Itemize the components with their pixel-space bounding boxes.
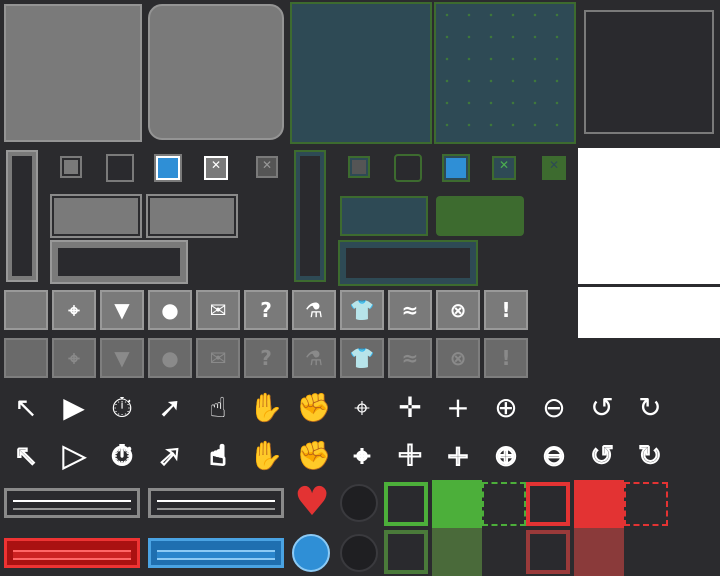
plus-icon: +: [446, 391, 470, 424]
chest-armor-icon-disabled: ▼: [100, 338, 144, 378]
shirt-icon[interactable]: 👕: [340, 290, 384, 330]
arrow-select-icon: ➚: [158, 391, 182, 424]
checkbox-close-icon[interactable]: ✕: [204, 156, 228, 180]
fill-red-dim: [574, 528, 624, 576]
rotate-left-icon-outline: ↺: [589, 438, 614, 473]
slot-row-disabled: ⌖ ▼ ● ✉? ⚗ 👕 ≈ ⊗!: [0, 338, 540, 382]
slot-empty[interactable]: [4, 290, 48, 330]
cursor-row-outline: ↖ ▶ ⏱ ➚ ☝ ✋ ✊ ⌖ ✛ + ⊕ ⊖ ↺ ↻: [0, 438, 680, 478]
crosshair-icon[interactable]: ⌖: [52, 290, 96, 330]
shirt-icon-disabled: 👕: [340, 338, 384, 378]
health-bar-filled: [4, 538, 140, 568]
zoom-out-icon-outline: ⊖: [541, 438, 566, 473]
panel-square: [4, 4, 142, 142]
zoom-in-icon: ⊕: [494, 391, 518, 424]
question-icon[interactable]: ?: [244, 290, 288, 330]
fill-green: [432, 480, 482, 528]
heart-icon: ♥: [294, 479, 330, 525]
mana-orb-icon: [292, 534, 330, 572]
potion-icon-disabled: ⚗: [292, 338, 336, 378]
fill-red: [574, 480, 624, 528]
alert-icon-disabled: !: [484, 338, 528, 378]
arrow-icon-outline: ↖: [13, 438, 38, 473]
arrow-select-icon-outline: ➚: [157, 438, 182, 473]
hand-open-icon: ✋: [248, 391, 284, 424]
wave-icon[interactable]: ≈: [388, 290, 432, 330]
stopwatch-icon-outline: ⏱: [110, 438, 134, 473]
bag-icon-disabled: ✉: [196, 338, 240, 378]
hand-point-icon: ☝: [209, 391, 227, 424]
input-field-gray[interactable]: [50, 240, 188, 284]
panel-notched: [148, 4, 284, 140]
pointer-icon-outline: ▶: [62, 438, 86, 473]
checkbox-small-teal[interactable]: [348, 156, 370, 178]
panel-teal: [290, 2, 432, 144]
button-teal[interactable]: [340, 196, 428, 236]
frame-red-empty: [526, 482, 570, 526]
frame-green-dim: [384, 530, 428, 574]
hand-point-icon-outline: ☝: [208, 438, 227, 473]
health-bar-empty: [4, 488, 140, 518]
panel-paper: [578, 148, 720, 338]
rotate-right-icon-outline: ↻: [637, 438, 662, 473]
question-icon-disabled: ?: [244, 338, 288, 378]
frame-red-dim: [526, 530, 570, 574]
slot-row-active: ⌖ ▼ ● ✉? ⚗ 👕 ≈ ⊗!: [0, 290, 540, 334]
paper-divider: [578, 284, 720, 287]
bag-icon[interactable]: ✉: [196, 290, 240, 330]
empty-orb-icon: [340, 484, 378, 522]
scroll-track-vertical-teal[interactable]: [294, 150, 326, 282]
empty-orb-blue-icon: [340, 534, 378, 572]
rotate-right-icon: ↻: [638, 391, 662, 424]
button-gray-wide[interactable]: [146, 194, 238, 238]
gear-icon[interactable]: ●: [148, 290, 192, 330]
panel-dark: [584, 10, 714, 134]
alert-icon[interactable]: !: [484, 290, 528, 330]
hand-grab-icon: ✊: [296, 391, 332, 424]
potion-icon[interactable]: ⚗: [292, 290, 336, 330]
zoom-out-icon: ⊖: [542, 391, 566, 424]
crosshair-thin-icon-outline: ✛: [397, 438, 422, 473]
mana-bar-filled: [148, 538, 284, 568]
cancel-icon[interactable]: ⊗: [436, 290, 480, 330]
frame-green-dashed: [482, 482, 526, 526]
panel-teal-dotted: [434, 2, 576, 144]
hand-grab-icon-outline: ✊: [296, 438, 333, 473]
target-icon: ⌖: [354, 391, 370, 424]
zoom-in-icon-outline: ⊕: [493, 438, 518, 473]
cursor-row-filled: ↖ ▶ ⏱ ➚ ☝ ✋ ✊ ⌖ ✛ + ⊕ ⊖ ↺ ↻: [0, 390, 680, 430]
frame-green-empty: [384, 482, 428, 526]
chest-armor-icon[interactable]: ▼: [100, 290, 144, 330]
pointer-icon: ▶: [63, 391, 85, 424]
target-icon-outline: ⌖: [353, 438, 371, 473]
hand-open-icon-outline: ✋: [248, 438, 285, 473]
checkbox-empty[interactable]: [106, 154, 134, 182]
fill-green-dim: [432, 528, 482, 576]
checkbox-selected-teal[interactable]: [442, 154, 470, 182]
mana-bar-empty: [148, 488, 284, 518]
scroll-track-vertical[interactable]: [6, 150, 38, 282]
frame-red-dashed: [624, 482, 668, 526]
checkbox-close-disabled-icon: ✕: [256, 156, 278, 178]
wave-icon-disabled: ≈: [388, 338, 432, 378]
stopwatch-icon: ⏱: [111, 391, 133, 424]
checkbox-close-teal-icon[interactable]: ✕: [492, 156, 516, 180]
input-field-teal[interactable]: [338, 240, 478, 286]
checkbox-selected[interactable]: [154, 154, 182, 182]
button-green[interactable]: [436, 196, 524, 236]
button-gray[interactable]: [50, 194, 142, 238]
gear-icon-disabled: ●: [148, 338, 192, 378]
cancel-icon-disabled: ⊗: [436, 338, 480, 378]
checkbox-empty-teal[interactable]: [394, 154, 422, 182]
crosshair-thin-icon: ✛: [398, 391, 422, 424]
rotate-left-icon: ↺: [590, 391, 614, 424]
checkbox-small[interactable]: [60, 156, 82, 178]
checkbox-close-green-icon[interactable]: ✕: [542, 156, 566, 180]
plus-icon-outline: +: [445, 438, 470, 473]
crosshair-icon-disabled: ⌖: [52, 338, 96, 378]
slot-empty-disabled: [4, 338, 48, 378]
arrow-icon: ↖: [14, 391, 38, 424]
